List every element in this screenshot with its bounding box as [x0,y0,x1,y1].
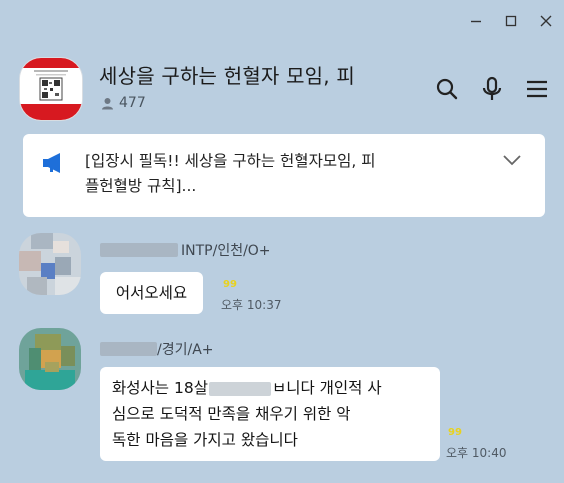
message-text: 어서오세요 [115,284,188,302]
message-bubble[interactable]: 어서오세요 [100,272,203,314]
message-bubble[interactable]: 화성사는 18살 ㅂ니다 개인적 사 심으로 도덕적 만족을 채우기 위한 악 독… [100,367,440,461]
message-text-part: ㅂ니다 개인적 사 [271,379,382,397]
close-button[interactable] [534,9,558,33]
sender-name: /경기/A+ [100,339,214,359]
message-text-part: 화성사는 18살 [112,379,208,397]
message-line: 심으로 도덕적 만족을 채우기 위한 악 [112,405,351,423]
room-logo-image [20,58,82,120]
chat-window: 세상을 구하는 헌혈자 모임, 피 477 [입장시 필독!! 세상을 구하는 … [0,0,564,483]
menu-button[interactable] [523,75,551,103]
message-line: 독한 마음을 가지고 왔습니다 [112,431,298,449]
room-avatar[interactable] [19,57,83,121]
room-title: 세상을 구하는 헌혈자 모임, 피 [99,64,355,88]
search-icon [436,78,458,100]
redacted-name [100,243,178,257]
voice-call-button[interactable] [478,75,506,103]
message-time: 오후 10:40 [446,446,507,460]
search-button[interactable] [433,75,461,103]
message-time: 오후 10:37 [221,298,282,312]
minimize-button[interactable] [464,9,488,33]
member-count: 477 [119,95,146,111]
person-icon [102,97,113,109]
redacted-text [208,381,271,396]
megaphone-icon [43,153,60,173]
sender-name-suffix: INTP/인천/O+ [181,243,271,259]
maximize-button[interactable] [499,9,523,33]
redacted-name [100,342,157,356]
notice-text: [입장시 필독!! 세상을 구하는 헌혈자모임, 피 플헌혈방 규칙]... [85,152,376,195]
sender-avatar[interactable] [19,328,81,390]
sender-avatar[interactable] [19,233,81,295]
minimize-icon [471,20,481,23]
maximize-icon [505,15,517,27]
microphone-icon [482,76,502,100]
pixelated-avatar-image [19,233,81,295]
close-icon [540,15,552,27]
message-line: 화성사는 18살 ㅂ니다 개인적 사 [112,375,428,401]
notice-banner[interactable]: [입장시 필독!! 세상을 구하는 헌혈자모임, 피 플헌혈방 규칙]... [23,134,545,217]
chevron-down-icon[interactable] [501,153,523,167]
sender-name: INTP/인천/O+ [100,240,271,260]
sender-name-suffix: /경기/A+ [157,342,214,358]
hamburger-menu-icon [527,80,547,98]
unread-count: 99 [223,279,237,290]
unread-count: 99 [448,427,462,438]
pixelated-avatar-image [19,328,81,390]
member-count-button[interactable]: 477 [101,95,146,111]
